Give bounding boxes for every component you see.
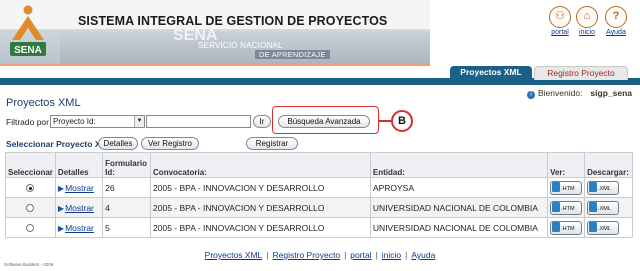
view-record-button[interactable]: Ver Registro bbox=[141, 137, 199, 150]
show-details-link[interactable]: Mostrar bbox=[65, 223, 94, 233]
column-header: Detalles bbox=[54, 152, 104, 178]
column-header: Convocatoria: bbox=[150, 152, 371, 178]
column-header: Formulario Id: bbox=[102, 152, 152, 178]
footer-link-inicio[interactable]: inicio bbox=[382, 250, 401, 260]
actions-row: Seleccionar Proyecto XML Detalles Ver Re… bbox=[6, 137, 636, 151]
table-row: ▶Mostrar 26 2005 - BPA - INNOVACION Y DE… bbox=[5, 177, 633, 198]
top-link-ayuda[interactable]: ? Ayuda bbox=[603, 6, 629, 36]
filter-value-input[interactable] bbox=[146, 115, 251, 128]
tab-proyectos-xml[interactable]: Proyectos XML bbox=[450, 66, 532, 80]
table-header-row: Seleccionar Detalles Formulario Id: Conv… bbox=[5, 152, 633, 178]
column-header: Seleccionar bbox=[5, 152, 56, 178]
portal-icon: ⚇ bbox=[549, 6, 571, 28]
form-id-cell: 26 bbox=[102, 177, 152, 198]
show-details-link[interactable]: Mostrar bbox=[65, 183, 94, 193]
page-title: Proyectos XML bbox=[6, 97, 81, 109]
view-htm-label: .HTM bbox=[561, 205, 575, 212]
document-icon bbox=[589, 181, 598, 192]
chevron-down-icon[interactable]: ▼ bbox=[134, 116, 144, 127]
top-link-ayuda-label[interactable]: Ayuda bbox=[603, 29, 629, 36]
column-header: Entidad: bbox=[369, 152, 549, 178]
svg-text:SENA: SENA bbox=[14, 45, 42, 56]
callout-marker: B bbox=[391, 110, 413, 132]
globe-icon bbox=[552, 181, 561, 192]
download-xml-label: .XML bbox=[598, 185, 611, 192]
header-subtitle-line1: SERVICIO NACIONAL bbox=[198, 41, 283, 50]
details-button[interactable]: Detalles bbox=[98, 137, 138, 150]
play-icon: ▶ bbox=[57, 203, 65, 213]
download-xml-button[interactable]: .XML bbox=[587, 220, 620, 235]
footer-link-proyectos-xml[interactable]: Proyectos XML bbox=[205, 250, 263, 260]
header-subtitle-line2: DE APRENDIZAJE bbox=[255, 50, 330, 59]
download-xml-label: .XML bbox=[598, 205, 611, 212]
row-select-radio[interactable] bbox=[26, 224, 35, 233]
home-icon: ⌂ bbox=[576, 6, 598, 28]
download-xml-label: .XML bbox=[598, 225, 611, 232]
view-htm-button[interactable]: .HTM bbox=[550, 180, 583, 195]
form-id-cell: 4 bbox=[102, 197, 152, 218]
system-title: SISTEMA INTEGRAL DE GESTION DE PROYECTOS bbox=[78, 14, 388, 28]
callout-highlight-box bbox=[272, 106, 379, 134]
row-select-radio[interactable] bbox=[26, 204, 35, 213]
top-link-inicio[interactable]: ⌂ inicio bbox=[574, 6, 600, 36]
globe-icon bbox=[552, 221, 561, 232]
actions-label: Seleccionar Proyecto XML bbox=[6, 139, 113, 149]
view-htm-button[interactable]: .HTM bbox=[550, 200, 583, 215]
table-row: ▶Mostrar 4 2005 - BPA - INNOVACION Y DES… bbox=[5, 197, 633, 218]
show-details-link[interactable]: Mostrar bbox=[65, 203, 94, 213]
download-xml-button[interactable]: .XML bbox=[587, 180, 620, 195]
entidad-cell: UNIVERSIDAD NACIONAL DE COLOMBIA bbox=[369, 217, 549, 238]
footer-link-portal[interactable]: portal bbox=[350, 250, 371, 260]
go-button[interactable]: Ir bbox=[253, 115, 271, 128]
column-header: Ver: bbox=[547, 152, 586, 178]
footer-separator: | bbox=[266, 250, 269, 260]
play-icon: ▶ bbox=[57, 223, 65, 233]
filter-field-select[interactable]: Proyecto Id: ▼ bbox=[50, 115, 145, 128]
welcome-label: Bienvenido: bbox=[538, 88, 583, 98]
tab-bar: Proyectos XML Registro Proyecto bbox=[0, 66, 640, 85]
filter-label: Filtrado por bbox=[6, 117, 49, 127]
filter-field-selected: Proyecto Id: bbox=[53, 117, 96, 126]
top-link-portal-label[interactable]: portal bbox=[547, 29, 573, 36]
footer-link-ayuda[interactable]: Ayuda bbox=[411, 250, 435, 260]
sena-logo: SENA bbox=[10, 5, 46, 56]
footer-separator: | bbox=[344, 250, 347, 260]
play-icon: ▶ bbox=[57, 183, 65, 193]
footer-credit: Software Builders - 2006 bbox=[4, 262, 54, 267]
document-icon bbox=[589, 221, 598, 232]
info-icon: i bbox=[527, 91, 535, 99]
entidad-cell: UNIVERSIDAD NACIONAL DE COLOMBIA bbox=[369, 197, 549, 218]
convocatoria-cell: 2005 - BPA - INNOVACION Y DESARROLLO bbox=[150, 197, 371, 218]
footer-link-registro-proyecto[interactable]: Registro Proyecto bbox=[273, 250, 341, 260]
form-id-cell: 5 bbox=[102, 217, 152, 238]
user-name: sigp_sena bbox=[590, 88, 632, 98]
download-xml-button[interactable]: .XML bbox=[587, 200, 620, 215]
view-htm-label: .HTM bbox=[561, 225, 575, 232]
footer-nav: Proyectos XML | Registro Proyecto | portal | i… bbox=[0, 250, 640, 260]
column-header: Descargar: bbox=[584, 152, 633, 178]
footer-separator: | bbox=[405, 250, 408, 260]
footer-separator: | bbox=[375, 250, 378, 260]
entidad-cell: APROYSA bbox=[369, 177, 549, 198]
row-select-radio[interactable] bbox=[26, 184, 35, 193]
projects-table: Seleccionar Detalles Formulario Id: Conv… bbox=[5, 152, 633, 238]
top-link-portal[interactable]: ⚇ portal bbox=[547, 6, 573, 36]
help-icon: ? bbox=[605, 6, 627, 28]
app-header: SENA SISTEMA INTEGRAL DE GESTION DE PROY… bbox=[0, 0, 640, 66]
tab-registro-proyecto[interactable]: Registro Proyecto bbox=[534, 66, 628, 80]
document-icon bbox=[589, 201, 598, 212]
view-htm-button[interactable]: .HTM bbox=[550, 220, 583, 235]
convocatoria-cell: 2005 - BPA - INNOVACION Y DESARROLLO bbox=[150, 177, 371, 198]
convocatoria-cell: 2005 - BPA - INNOVACION Y DESARROLLO bbox=[150, 217, 371, 238]
welcome-line: i Bienvenido: sigp_sena bbox=[527, 88, 632, 99]
top-link-inicio-label[interactable]: inicio bbox=[574, 29, 600, 36]
globe-icon bbox=[552, 201, 561, 212]
view-htm-label: .HTM bbox=[561, 185, 575, 192]
register-button[interactable]: Registrar bbox=[246, 137, 298, 150]
table-row: ▶Mostrar 5 2005 - BPA - INNOVACION Y DES… bbox=[5, 217, 633, 238]
